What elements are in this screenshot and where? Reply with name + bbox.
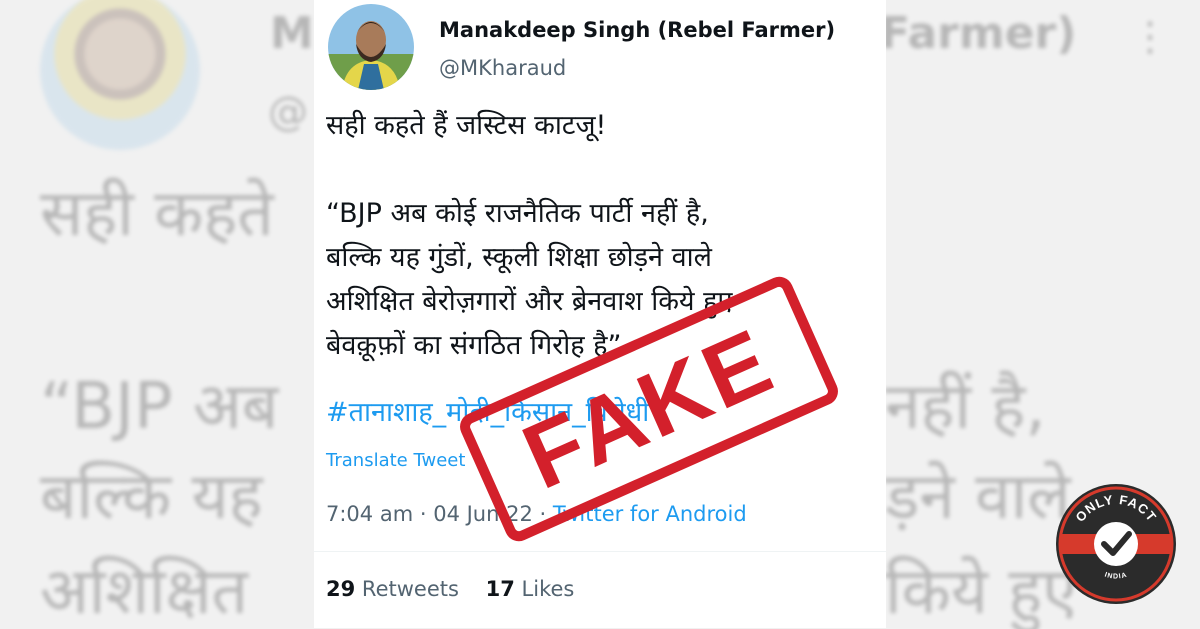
only-fact-logo: ONLY FACT INDIA [1054, 482, 1178, 606]
tweet-line: सही कहते हैं जस्टिस काटजू! [326, 110, 607, 141]
bg-handle: @ [268, 89, 308, 135]
tweet-line: बल्कि यह गुंडों, स्कूली शिक्षा छोड़ने वा… [326, 242, 712, 273]
bg-line-3-left: बल्कि यह [40, 460, 263, 534]
translate-tweet-link[interactable]: Translate Tweet [326, 450, 465, 471]
likes-stat[interactable]: 17 Likes [486, 577, 575, 601]
bg-line-2-right: नहीं है, [885, 370, 1046, 444]
likes-label: Likes [521, 577, 575, 601]
tweet-stats: 29 Retweets 17 Likes [326, 577, 574, 601]
tweet-line: “BJP अब कोई राजनैतिक पार्टी नहीं है, [326, 198, 709, 229]
retweets-count: 29 [326, 577, 356, 601]
likes-count: 17 [485, 577, 515, 601]
retweets-label: Retweets [361, 577, 459, 601]
more-options-icon: ⋮ [1130, 14, 1170, 60]
tweet-time[interactable]: 7:04 am [326, 502, 413, 526]
retweets-stat[interactable]: 29 Retweets [326, 577, 459, 601]
bg-name-right: Farmer) [880, 8, 1077, 59]
bg-avatar [40, 0, 200, 150]
author-name[interactable]: Manakdeep Singh (Rebel Farmer) [439, 18, 835, 42]
svg-text:INDIA: INDIA [1104, 572, 1129, 581]
divider [314, 551, 886, 552]
bg-line-2-left: “BJP अब [40, 370, 279, 444]
bg-line-4-left: अशिक्षित [40, 555, 248, 629]
bg-line-4-right: किये हुए [885, 555, 1078, 629]
bg-name-left: M [270, 8, 314, 59]
separator-dot: · [419, 502, 434, 526]
avatar[interactable] [328, 4, 414, 90]
logo-bottom-text: INDIA [1104, 572, 1128, 581]
bg-line-3-right: ड़ने वाले [885, 460, 1071, 534]
bg-line-1: सही कहते [40, 177, 274, 251]
author-handle[interactable]: @MKharaud [439, 56, 566, 80]
